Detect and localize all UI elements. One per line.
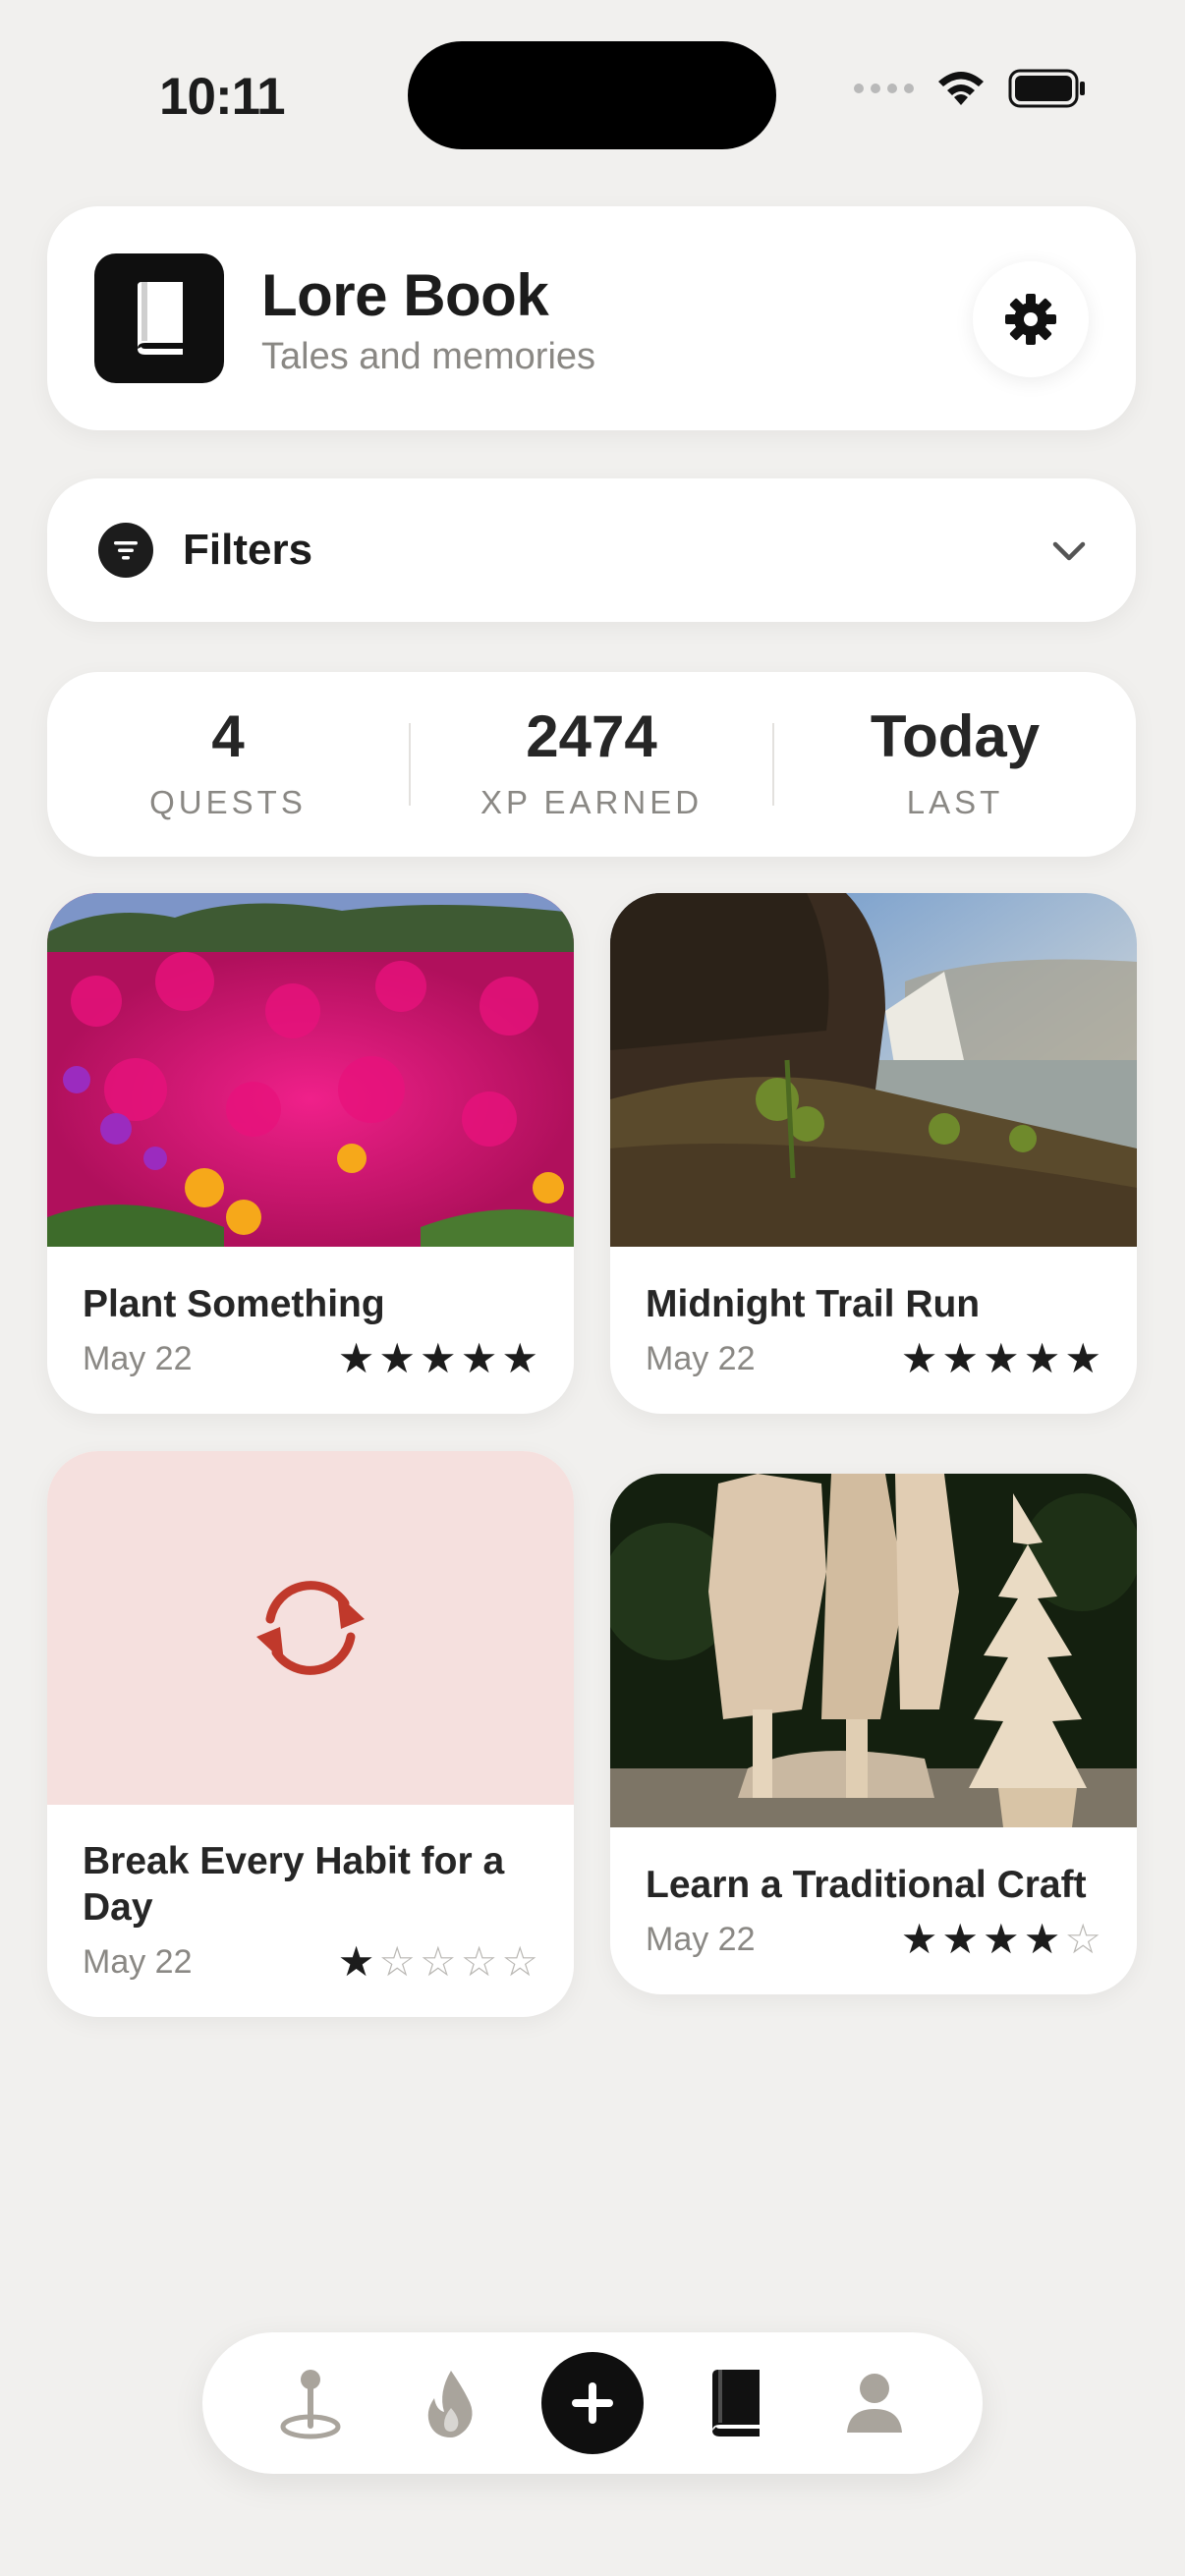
star-filled-icon: ★ (900, 1335, 938, 1381)
nav-profile-button[interactable] (835, 2364, 914, 2442)
star-filled-icon: ★ (983, 1335, 1020, 1381)
stat-label: QUESTS (149, 784, 307, 820)
settings-button[interactable] (973, 261, 1089, 377)
filters-label: Filters (183, 526, 313, 574)
star-rating: ★ ★ ★ ★ ★ (901, 1338, 1101, 1379)
star-rating: ★ ★ ★ ★ ★ (338, 1338, 538, 1379)
filter-icon (98, 523, 153, 578)
quest-card-learn-traditional-craft[interactable]: Learn a Traditional Craft May 22 ★ ★ ★ ★ ☆ (610, 1474, 1137, 1994)
star-filled-icon: ★ (941, 1335, 980, 1381)
star-filled-icon: ★ (420, 1335, 457, 1381)
stat-label: XP EARNED (480, 784, 704, 820)
status-time: 10:11 (159, 68, 286, 126)
wifi-icon (938, 72, 984, 105)
star-rating: ★ ☆ ☆ ☆ ☆ (338, 1941, 538, 1983)
stat-last: Today LAST (774, 707, 1136, 821)
chevron-down-icon (1052, 541, 1086, 561)
star-empty-icon: ☆ (420, 1938, 457, 1985)
add-quest-button[interactable] (541, 2352, 644, 2454)
quest-date: May 22 (83, 1340, 193, 1377)
quest-card-midnight-trail-run[interactable]: Midnight Trail Run May 22 ★ ★ ★ ★ ★ (610, 893, 1137, 1414)
star-filled-icon: ★ (941, 1916, 980, 1962)
quest-title: Midnight Trail Run (646, 1283, 981, 1325)
star-filled-icon: ★ (1023, 1335, 1061, 1381)
wood-carving-photo (610, 1474, 1137, 1827)
quest-card-plant-something[interactable]: Plant Something May 22 ★ ★ ★ ★ ★ (47, 893, 574, 1414)
nav-map-button[interactable] (271, 2364, 350, 2442)
gear-icon (1005, 294, 1056, 345)
nav-lore-book-button[interactable] (695, 2364, 773, 2442)
app-title: Lore Book (261, 262, 549, 328)
star-filled-icon: ★ (460, 1335, 498, 1381)
star-filled-icon: ★ (900, 1916, 938, 1962)
waterfall-cliff-photo (610, 893, 1137, 1247)
quest-title: Plant Something (83, 1283, 385, 1325)
plus-icon (572, 2382, 613, 2424)
dynamic-island (408, 41, 776, 149)
quest-date: May 22 (646, 1921, 756, 1958)
book-icon (94, 253, 224, 383)
magenta-flowers-photo (47, 893, 574, 1247)
star-empty-icon: ☆ (501, 1938, 538, 1985)
stat-value: 2474 (526, 703, 657, 769)
person-icon (847, 2374, 902, 2433)
filters-dropdown[interactable]: Filters (47, 478, 1136, 622)
stat-xp: 2474 XP EARNED (411, 707, 772, 821)
cellular-signal-icon (854, 84, 914, 93)
star-filled-icon: ★ (1023, 1916, 1061, 1962)
image-placeholder (47, 1451, 574, 1805)
star-filled-icon: ★ (337, 1938, 375, 1985)
quest-title: Break Every Habit for a Day (83, 1840, 505, 1929)
battery-icon (1008, 69, 1085, 108)
stat-value: Today (870, 703, 1041, 769)
quest-date: May 22 (83, 1943, 193, 1981)
stat-value: 4 (211, 703, 245, 769)
star-filled-icon: ★ (983, 1916, 1020, 1962)
star-empty-icon: ☆ (460, 1938, 498, 1985)
app-header: Lore Book Tales and memories (47, 206, 1136, 430)
star-filled-icon: ★ (378, 1335, 417, 1381)
quest-date: May 22 (646, 1340, 756, 1377)
star-filled-icon: ★ (501, 1335, 538, 1381)
star-filled-icon: ★ (337, 1335, 375, 1381)
nav-streak-button[interactable] (412, 2364, 490, 2442)
star-rating: ★ ★ ★ ★ ☆ (901, 1919, 1101, 1960)
star-empty-icon: ☆ (378, 1938, 417, 1985)
map-pin-icon (280, 2370, 341, 2439)
status-indicators (854, 69, 1087, 108)
quest-title: Learn a Traditional Craft (646, 1864, 1087, 1906)
quest-card-break-every-habit[interactable]: Break Every Habit for a Day May 22 ★ ☆ ☆ ☆ ☆ (47, 1451, 574, 2017)
book-icon (712, 2370, 760, 2436)
flame-icon (427, 2371, 473, 2437)
star-empty-icon: ☆ (1064, 1916, 1101, 1962)
bottom-nav-bar (202, 2332, 983, 2474)
stat-quests: 4 QUESTS (47, 707, 409, 821)
stats-summary: 4 QUESTS 2474 XP EARNED Today LAST (47, 672, 1136, 857)
star-filled-icon: ★ (1064, 1335, 1101, 1381)
stat-label: LAST (906, 784, 1004, 820)
refresh-icon (256, 1581, 365, 1675)
app-subtitle: Tales and memories (261, 336, 596, 377)
